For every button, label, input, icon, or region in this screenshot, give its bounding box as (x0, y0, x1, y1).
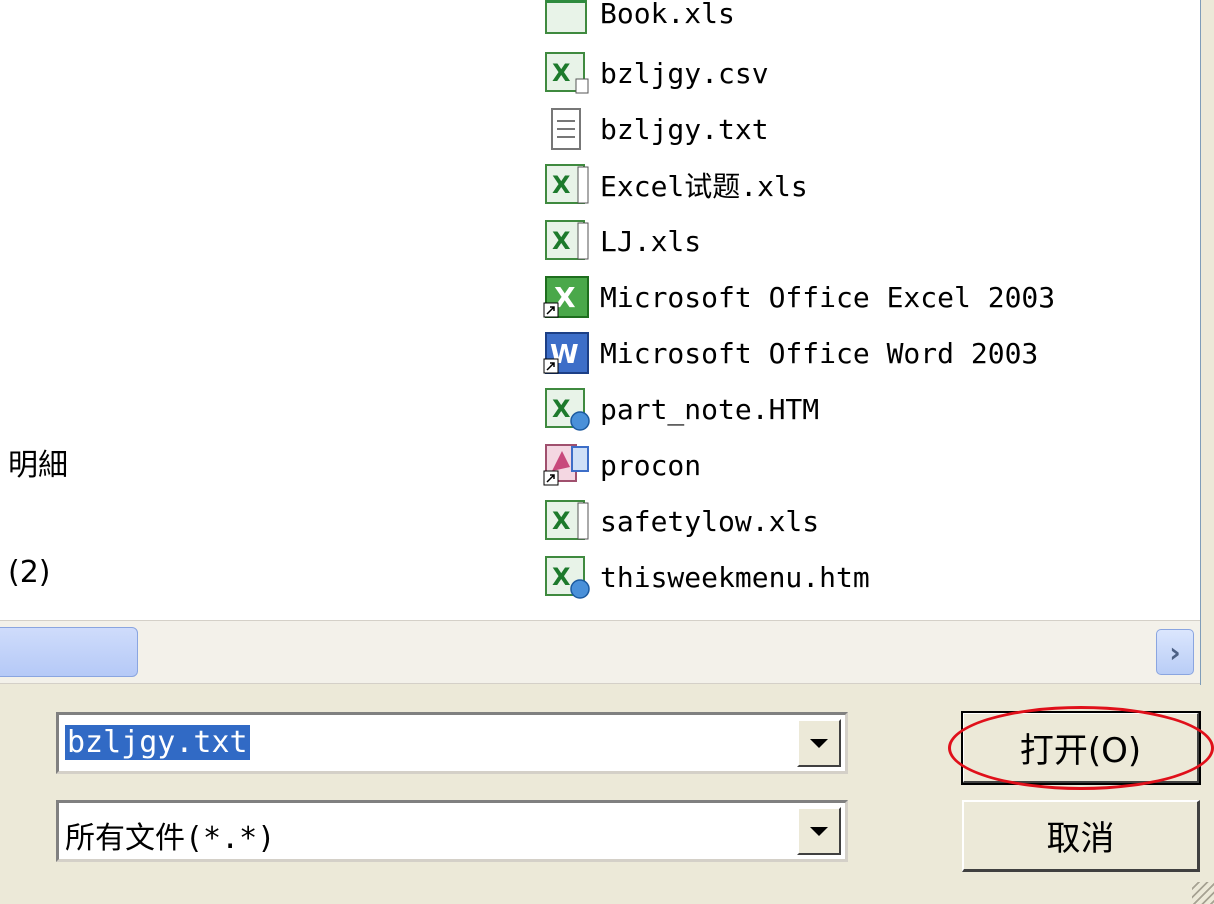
file-name: part_note.HTM (600, 392, 820, 426)
svg-text:X: X (552, 395, 571, 423)
scroll-right-button[interactable]: › (1156, 629, 1194, 675)
file-name: thisweekmenu.htm (600, 560, 870, 594)
svg-text:X: X (552, 227, 571, 255)
scrollbar-thumb[interactable] (0, 627, 138, 677)
chevron-right-icon: › (1169, 635, 1181, 669)
svg-text:X: X (552, 563, 571, 591)
file-item[interactable]: procon (542, 440, 701, 490)
file-list-pane[interactable]: 明細 (2) Book.xls X bzljgy.csv bzljgy.txt … (0, 0, 1200, 620)
file-item[interactable]: X Excel试题.xls (542, 160, 808, 210)
excel-shortcut-icon: X (542, 273, 592, 321)
excel-file-icon: X (542, 217, 592, 265)
svg-text:X: X (552, 171, 571, 199)
file-item[interactable]: X Microsoft Office Excel 2003 (542, 272, 1055, 322)
resize-grip[interactable] (1192, 882, 1214, 904)
file-item[interactable]: Book.xls (542, 0, 735, 38)
filetype-select[interactable]: 所有文件(*.*) (65, 813, 275, 857)
excel-html-file-icon: X (542, 553, 592, 601)
chevron-down-icon (810, 826, 828, 836)
file-name: Microsoft Office Excel 2003 (600, 280, 1056, 314)
filetype-dropdown-button[interactable] (797, 807, 841, 855)
file-item[interactable]: X thisweekmenu.htm (542, 552, 870, 602)
file-name: LJ.xls (600, 224, 702, 258)
word-shortcut-icon: W (542, 329, 592, 377)
file-name: safetylow.xls (600, 504, 820, 538)
file-item[interactable]: X part_note.HTM (542, 384, 819, 434)
folder-name-fragment[interactable]: 明細 (8, 440, 68, 484)
chevron-down-icon (810, 738, 828, 748)
horizontal-scrollbar[interactable]: › (0, 620, 1200, 684)
excel-file-icon: X (542, 497, 592, 545)
file-item[interactable]: X LJ.xls (542, 216, 701, 266)
excel-file-icon (542, 0, 592, 37)
file-item[interactable]: X safetylow.xls (542, 496, 819, 546)
text-file-icon (542, 105, 592, 153)
svg-text:X: X (552, 507, 571, 535)
filename-input[interactable]: bzljgy.txt (65, 725, 250, 760)
file-item[interactable]: X bzljgy.csv (542, 48, 769, 98)
open-button[interactable]: 打开(O) (961, 711, 1201, 785)
file-item[interactable]: W Microsoft Office Word 2003 (542, 328, 1038, 378)
file-name: Microsoft Office Word 2003 (600, 336, 1039, 370)
filetype-combo[interactable]: 所有文件(*.*) (56, 800, 848, 862)
vertical-scrollbar-edge (1200, 0, 1214, 685)
cancel-button[interactable]: 取消 (962, 800, 1200, 872)
excel-file-icon: X (542, 161, 592, 209)
file-name: bzljgy.csv (600, 56, 769, 90)
csv-file-icon: X (542, 49, 592, 97)
folder-name-fragment[interactable]: (2) (8, 555, 51, 590)
filename-dropdown-button[interactable] (797, 719, 841, 767)
file-item[interactable]: bzljgy.txt (542, 104, 769, 154)
file-name: procon (600, 448, 702, 482)
filename-combo[interactable]: bzljgy.txt (56, 712, 848, 774)
file-name: Book.xls (600, 0, 735, 30)
file-name: bzljgy.txt (600, 112, 769, 146)
svg-text:X: X (552, 59, 571, 87)
excel-html-file-icon: X (542, 385, 592, 433)
publisher-shortcut-icon (542, 441, 592, 489)
file-name: Excel试题.xls (600, 170, 808, 203)
